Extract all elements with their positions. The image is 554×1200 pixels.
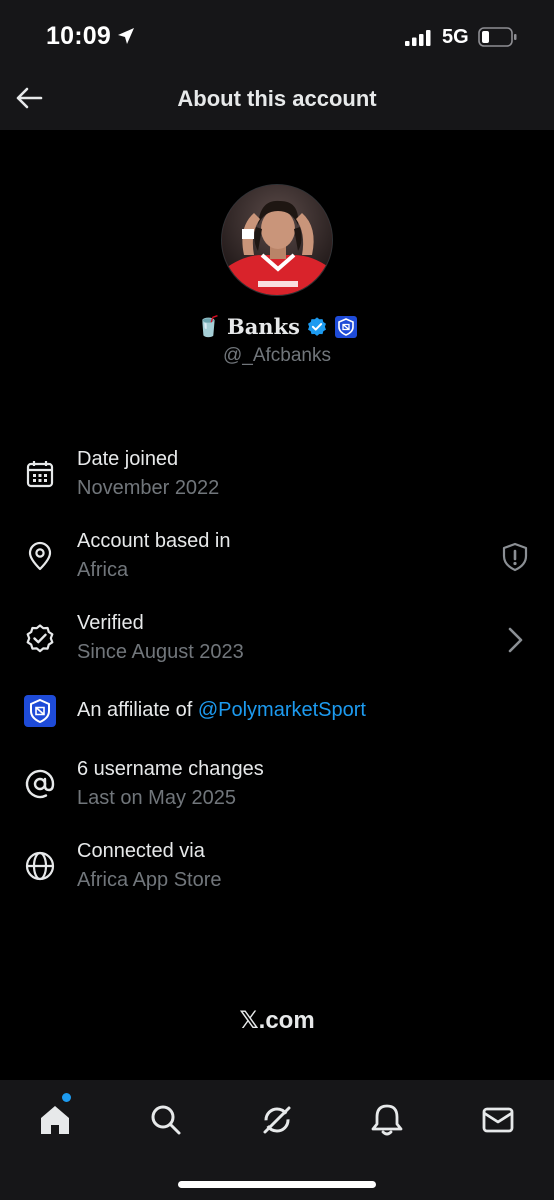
chevron-right-icon [508, 627, 523, 653]
username-changes-value: Last on May 2025 [77, 787, 236, 809]
messages-icon[interactable] [478, 1100, 518, 1140]
profile-name-row: 🥤 Banks [0, 314, 554, 339]
location-arrow-icon [118, 28, 134, 44]
account-based-in-row: Account based in Africa [0, 530, 554, 590]
x-com-link[interactable]: 𝕏.com [0, 1006, 554, 1035]
battery-icon [478, 27, 517, 47]
notifications-icon[interactable] [367, 1100, 407, 1140]
account-based-in-value: Africa [77, 559, 129, 581]
at-sign-icon [25, 769, 55, 799]
name-emoji: 🥤 [196, 316, 221, 338]
about-account-screen: 10:09 5G About this account 🥤 Banks @_Af… [0, 0, 554, 1200]
home-indicator[interactable] [178, 1181, 376, 1188]
connected-via-label: Connected via [77, 840, 205, 862]
verified-since-value: Since August 2023 [77, 641, 244, 663]
affiliate-row: An affiliate of @PolymarketSport [0, 695, 554, 755]
affiliate-prefix: An affiliate of [77, 699, 198, 721]
home-notification-dot [62, 1093, 71, 1102]
shield-alert-icon[interactable] [500, 542, 530, 572]
cellular-signal-icon [405, 30, 431, 46]
username-changes-label: 6 username changes [77, 758, 264, 780]
affiliate-badge-icon [24, 695, 56, 727]
search-icon[interactable] [146, 1100, 186, 1140]
grok-icon[interactable] [257, 1100, 297, 1140]
verified-label: Verified [77, 612, 144, 634]
verified-row[interactable]: Verified Since August 2023 [0, 612, 554, 672]
status-time: 10:09 [46, 22, 111, 50]
verified-badge-icon [307, 316, 326, 336]
date-joined-value: November 2022 [77, 477, 220, 499]
avatar-image [222, 185, 332, 295]
avatar[interactable] [221, 184, 333, 296]
home-icon[interactable] [35, 1100, 75, 1140]
network-type: 5G [442, 26, 469, 48]
app-header: About this account [0, 66, 554, 130]
location-pin-icon [28, 541, 52, 571]
affiliate-text: An affiliate of @PolymarketSport [77, 699, 366, 722]
affiliate-link[interactable]: @PolymarketSport [198, 699, 366, 721]
page-title: About this account [177, 86, 377, 111]
account-based-in-label: Account based in [77, 530, 231, 552]
date-joined-label: Date joined [77, 448, 179, 470]
username-changes-row: 6 username changes Last on May 2025 [0, 758, 554, 818]
profile-handle: @_Afcbanks [222, 345, 331, 366]
verified-check-icon [26, 624, 54, 653]
calendar-icon [26, 461, 54, 488]
profile-name: Banks [226, 314, 300, 339]
connected-via-value: Africa App Store [77, 869, 222, 891]
status-bar: 10:09 5G [0, 0, 554, 66]
connected-via-row: Connected via Africa App Store [0, 840, 554, 900]
affiliate-badge-icon [334, 315, 357, 338]
date-joined-row: Date joined November 2022 [0, 448, 554, 508]
globe-icon [25, 851, 55, 881]
